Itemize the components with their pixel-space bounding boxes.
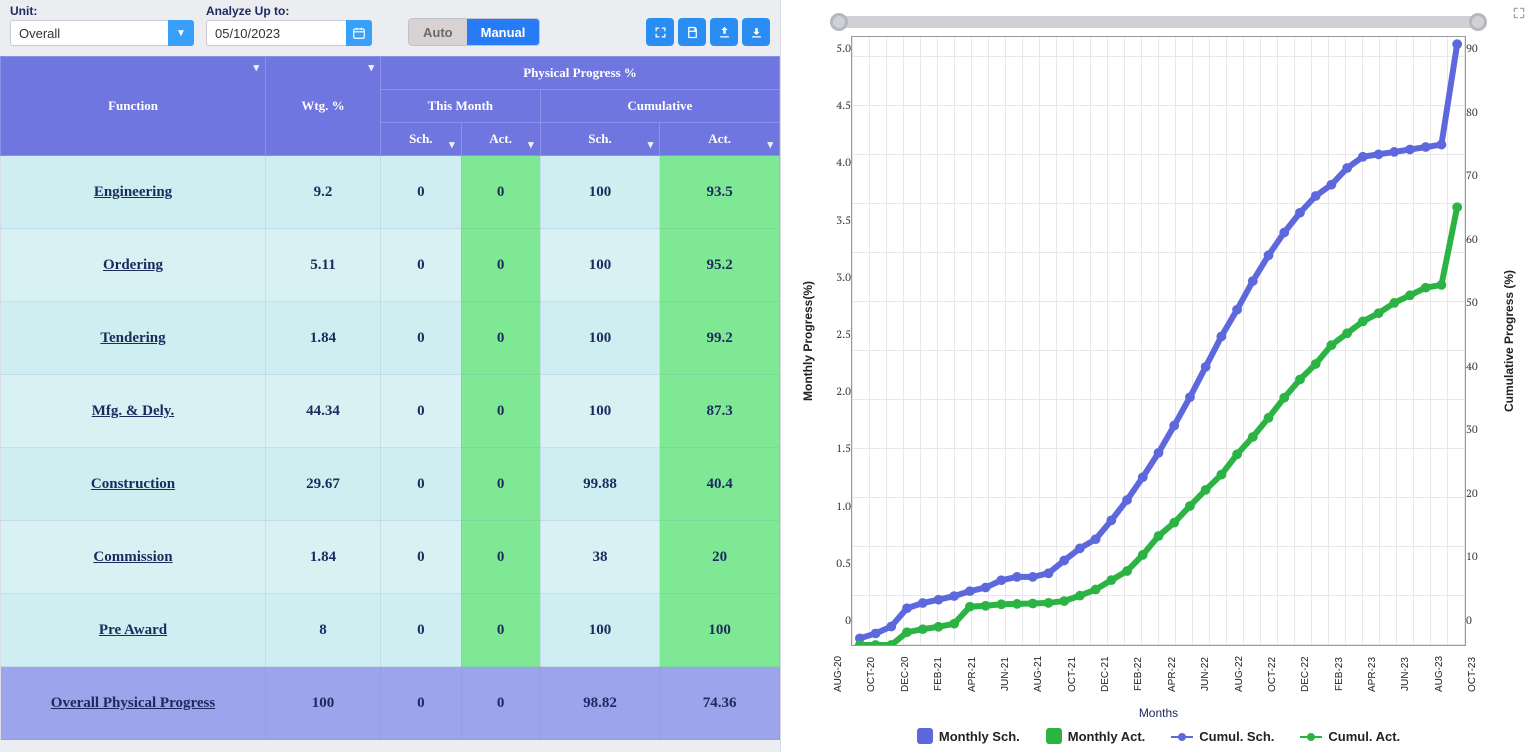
chevron-down-icon[interactable]: ▼ [168, 20, 194, 46]
col-tm-sch: Sch.▾ [381, 123, 462, 156]
function-cell[interactable]: Overall Physical Progress [1, 667, 266, 740]
col-cumulative: Cumulative [540, 90, 779, 123]
cu-act-cell: 40.4 [660, 448, 780, 521]
tm-act-cell: 0 [461, 156, 540, 229]
x-axis-label: Months [799, 704, 1518, 724]
tm-act-cell: 0 [461, 375, 540, 448]
function-cell[interactable]: Construction [1, 448, 266, 521]
unit-label: Unit: [10, 4, 194, 18]
col-function: Function ▾ [1, 57, 266, 156]
save-icon[interactable] [678, 18, 706, 46]
table-row: Ordering5.110010095.2 [1, 229, 780, 302]
filter-icon[interactable]: ▾ [368, 61, 374, 74]
x-axis-ticks: AUG-20OCT-20DEC-20FEB-21APR-21JUN-21AUG-… [833, 646, 1484, 704]
time-scrubber[interactable] [839, 16, 1478, 28]
chart-legend: Monthly Sch. Monthly Act. Cumul. Sch. Cu… [799, 724, 1518, 748]
tm-act-cell: 0 [461, 448, 540, 521]
cu-sch-cell: 99.88 [540, 448, 660, 521]
calendar-icon[interactable] [346, 20, 372, 46]
wtg-cell: 29.67 [266, 448, 381, 521]
wtg-cell: 1.84 [266, 521, 381, 594]
function-cell[interactable]: Engineering [1, 156, 266, 229]
function-cell[interactable]: Mfg. & Dely. [1, 375, 266, 448]
cu-sch-cell: 100 [540, 156, 660, 229]
unit-select[interactable] [10, 20, 168, 46]
col-physprog: Physical Progress % [381, 57, 780, 90]
legend-cumul-act: Cumul. Act. [1300, 729, 1400, 744]
tm-act-cell: 0 [461, 229, 540, 302]
wtg-cell: 44.34 [266, 375, 381, 448]
function-cell[interactable]: Tendering [1, 302, 266, 375]
mode-toggle: Auto Manual [408, 18, 540, 46]
table-row: Commission1.84003820 [1, 521, 780, 594]
analyze-label: Analyze Up to: [206, 4, 372, 18]
function-cell[interactable]: Commission [1, 521, 266, 594]
col-cu-act: Act.▾ [660, 123, 780, 156]
wtg-cell: 9.2 [266, 156, 381, 229]
cu-act-cell: 99.2 [660, 302, 780, 375]
col-wtg: Wtg. % ▾ [266, 57, 381, 156]
filter-icon[interactable]: ▾ [253, 61, 259, 74]
table-row: Tendering1.840010099.2 [1, 302, 780, 375]
filter-icon[interactable]: ▾ [449, 138, 455, 151]
scrub-handle-left[interactable] [830, 13, 848, 31]
auto-button[interactable]: Auto [409, 19, 467, 45]
toolbar: Unit: ▼ Analyze Up to: Auto Manual [0, 2, 780, 56]
manual-button[interactable]: Manual [467, 19, 540, 45]
function-cell[interactable]: Pre Award [1, 594, 266, 667]
table-row: Mfg. & Dely.44.340010087.3 [1, 375, 780, 448]
cu-act-cell: 93.5 [660, 156, 780, 229]
y-axis-left-label: Monthly Progress(%) [799, 36, 817, 646]
y-axis-right-ticks: 9080706050403020100 [1466, 36, 1500, 646]
tm-sch-cell: 0 [381, 521, 462, 594]
table-row: Pre Award800100100 [1, 594, 780, 667]
wtg-cell: 1.84 [266, 302, 381, 375]
table-total-row: Overall Physical Progress1000098.8274.36 [1, 667, 780, 740]
legend-monthly-act: Monthly Act. [1046, 728, 1146, 744]
cu-sch-cell: 100 [540, 229, 660, 302]
tm-sch-cell: 0 [381, 156, 462, 229]
table-row: Construction29.670099.8840.4 [1, 448, 780, 521]
cu-act-cell: 87.3 [660, 375, 780, 448]
y-axis-right-label: Cumulative Progress (%) [1500, 36, 1518, 646]
cu-sch-cell: 100 [540, 302, 660, 375]
progress-table: Function ▾ Wtg. % ▾ Physical Progress % … [0, 56, 780, 752]
cu-sch-cell: 100 [540, 594, 660, 667]
analyze-date-input[interactable] [206, 20, 346, 46]
legend-cumul-sch: Cumul. Sch. [1171, 729, 1274, 744]
wtg-cell: 5.11 [266, 229, 381, 302]
cu-sch-cell: 38 [540, 521, 660, 594]
filter-icon[interactable]: ▾ [648, 138, 654, 151]
download-icon[interactable] [742, 18, 770, 46]
col-this-month: This Month [381, 90, 541, 123]
upload-icon[interactable] [710, 18, 738, 46]
tm-sch-cell: 0 [381, 229, 462, 302]
cu-act-cell: 100 [660, 594, 780, 667]
col-cu-sch: Sch.▾ [540, 123, 660, 156]
tm-act-cell: 0 [461, 302, 540, 375]
tm-sch-cell: 0 [381, 302, 462, 375]
legend-monthly-sch: Monthly Sch. [917, 728, 1020, 744]
tm-act-cell: 0 [461, 594, 540, 667]
maximize-icon[interactable] [1512, 6, 1526, 24]
filter-icon[interactable]: ▾ [528, 138, 534, 151]
filter-icon[interactable]: ▾ [767, 138, 773, 151]
col-tm-act: Act.▾ [461, 123, 540, 156]
function-cell[interactable]: Ordering [1, 229, 266, 302]
cu-sch-cell: 100 [540, 375, 660, 448]
cu-act-cell: 20 [660, 521, 780, 594]
chart-plot[interactable] [851, 36, 1466, 646]
expand-icon[interactable] [646, 18, 674, 46]
tm-sch-cell: 0 [381, 448, 462, 521]
tm-sch-cell: 0 [381, 594, 462, 667]
tm-sch-cell: 0 [381, 375, 462, 448]
cu-act-cell: 95.2 [660, 229, 780, 302]
scrub-handle-right[interactable] [1469, 13, 1487, 31]
wtg-cell: 8 [266, 594, 381, 667]
table-row: Engineering9.20010093.5 [1, 156, 780, 229]
y-axis-left-ticks: 5.04.54.03.53.02.52.01.51.00.50 [817, 36, 851, 646]
tm-act-cell: 0 [461, 521, 540, 594]
